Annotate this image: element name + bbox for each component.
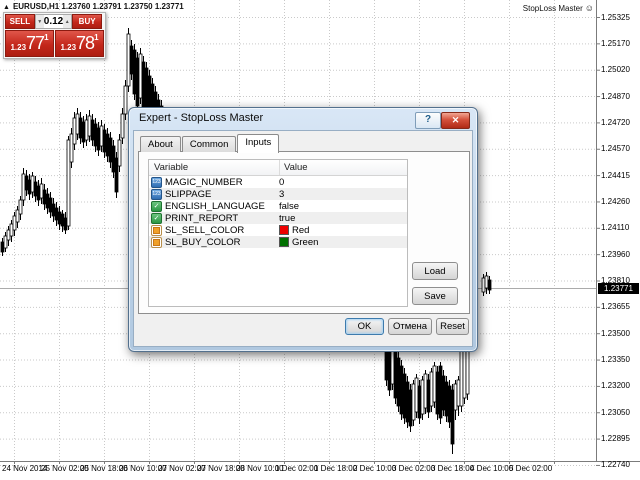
variable-value[interactable]: 0	[279, 177, 284, 188]
sell-price-big: 77	[26, 33, 45, 53]
cancel-button[interactable]: Отмена	[388, 318, 432, 335]
variable-value[interactable]: Green	[292, 237, 318, 248]
volume-stepper: ▼ 0.12 ▲	[34, 14, 73, 29]
variable-name: SLIPPAGE	[165, 188, 212, 200]
price-axis-label: 1.24110	[601, 223, 630, 233]
tab-inputs[interactable]: Inputs	[237, 134, 280, 153]
column-header-variable[interactable]: Variable	[149, 160, 280, 175]
buy-price-small: 1.23	[60, 43, 77, 52]
price-axis-label: 1.24870	[601, 91, 630, 101]
time-axis-label: 3 Dec 02:00	[392, 464, 436, 473]
variable-name: MAGIC_NUMBER	[165, 176, 243, 188]
price-axis-label: 1.25170	[601, 38, 630, 48]
inputs-table-header: Variable Value	[149, 160, 407, 176]
integer-type-icon: 123	[151, 176, 162, 188]
variable-value[interactable]: 3	[279, 189, 284, 200]
time-axis-label: 5 Dec 02:00	[509, 464, 553, 473]
buy-price-sup: 1	[94, 33, 99, 42]
input-row-slippage[interactable]: 123 SLIPPAGE 3	[149, 188, 407, 200]
color-swatch	[279, 237, 289, 247]
sell-price-sup: 1	[44, 33, 49, 42]
boolean-type-icon: ✓	[151, 212, 162, 224]
variable-value[interactable]: true	[279, 213, 295, 224]
one-click-trading-panel: SELL ▼ 0.12 ▲ BUY 1.23 77 1 1.23 78 1	[3, 12, 106, 59]
price-axis-label: 1.25020	[601, 65, 630, 75]
ea-name: StopLoss Master	[522, 4, 583, 13]
boolean-type-icon: ✓	[151, 200, 162, 212]
time-axis-label: 2 Dec 10:00	[353, 464, 397, 473]
color-type-icon	[151, 236, 162, 248]
dialog-title: Expert - StopLoss Master	[139, 112, 264, 124]
dialog-client-area: About Common Inputs Variable Value 123 MAGI…	[133, 130, 473, 347]
time-axis-label: 1 Dec 18:00	[314, 464, 358, 473]
input-row-sl_buy_color[interactable]: SL_BUY_COLOR Green	[149, 236, 407, 248]
variable-name: SL_SELL_COLOR	[165, 224, 245, 236]
ea-status[interactable]: StopLoss Master ☺	[523, 3, 594, 13]
color-type-icon	[151, 224, 162, 236]
volume-decrease-icon[interactable]: ▼	[35, 15, 44, 28]
volume-value[interactable]: 0.12	[44, 16, 63, 27]
inputs-table-rows: 123 MAGIC_NUMBER 0 123 SLIPPAGE 3 ✓ ENGLISH_LAN…	[149, 176, 407, 248]
sell-price-button[interactable]: 1.23 77 1	[5, 30, 54, 57]
input-row-sl_sell_color[interactable]: SL_SELL_COLOR Red	[149, 224, 407, 236]
time-axis-label: 3 Dec 18:00	[431, 464, 475, 473]
reset-button[interactable]: Reset	[436, 318, 469, 335]
input-row-print_report[interactable]: ✓ PRINT_REPORT true	[149, 212, 407, 224]
symbol-ohlc-text: EURUSD,H1 1.23760 1.23791 1.23750 1.2377…	[12, 2, 184, 11]
variable-name: PRINT_REPORT	[165, 212, 239, 224]
price-axis-label: 1.22895	[601, 434, 630, 444]
sell-price-small: 1.23	[10, 43, 27, 52]
input-row-magic_number[interactable]: 123 MAGIC_NUMBER 0	[149, 176, 407, 188]
variable-name: ENGLISH_LANGUAGE	[165, 200, 265, 212]
time-axis-label: 4 Dec 10:00	[470, 464, 514, 473]
expert-properties-dialog: Expert - StopLoss Master ? ✕ About Common…	[128, 107, 478, 352]
price-axis-label: 1.23200	[601, 381, 630, 391]
price-axis-label: 1.23655	[601, 302, 630, 312]
tab-common[interactable]: Common	[181, 136, 237, 152]
variable-value[interactable]: false	[279, 201, 299, 212]
column-header-value[interactable]: Value	[280, 160, 407, 175]
mt4-window: ▲ EURUSD,H1 1.23760 1.23791 1.23750 1.237…	[0, 0, 640, 480]
current-price-tag: 1.23771	[598, 283, 639, 294]
ok-button[interactable]: OK	[345, 318, 384, 335]
price-axis-label: 1.23960	[601, 249, 630, 259]
time-axis-label: 1 Dec 02:00	[275, 464, 319, 473]
buy-button[interactable]: BUY	[72, 14, 102, 29]
load-button[interactable]: Load	[412, 262, 458, 280]
save-button[interactable]: Save	[412, 287, 458, 305]
variable-name: SL_BUY_COLOR	[165, 236, 241, 248]
variable-value[interactable]: Red	[292, 225, 309, 236]
buy-price-big: 78	[76, 33, 95, 53]
inputs-table: Variable Value 123 MAGIC_NUMBER 0 123 SLIPPA…	[148, 159, 408, 307]
price-axis-label: 1.24415	[601, 170, 630, 180]
sell-button[interactable]: SELL	[5, 14, 35, 29]
integer-type-icon: 123	[151, 188, 162, 200]
price-axis-label: 1.24260	[601, 196, 630, 206]
price-axis-label: 1.23050	[601, 407, 630, 417]
dialog-help-button[interactable]: ?	[415, 112, 441, 129]
chart-symbol-ohlc: ▲ EURUSD,H1 1.23760 1.23791 1.23750 1.237…	[3, 2, 184, 11]
color-swatch	[279, 225, 289, 235]
volume-increase-icon[interactable]: ▲	[63, 15, 72, 28]
price-axis-label: 1.25325	[601, 12, 630, 22]
input-row-english_language[interactable]: ✓ ENGLISH_LANGUAGE false	[149, 200, 407, 212]
price-axis-label: 1.22740	[601, 460, 630, 470]
price-axis-label: 1.24570	[601, 144, 630, 154]
dialog-close-icon[interactable]: ✕	[441, 112, 470, 129]
price-axis-label: 1.23500	[601, 328, 630, 338]
price-axis-label: 1.24720	[601, 117, 630, 127]
price-axis-label: 1.23350	[601, 355, 630, 365]
dialog-tabs: About Common Inputs	[140, 134, 280, 153]
inputs-tab-pane: Variable Value 123 MAGIC_NUMBER 0 123 SLIPPA…	[138, 151, 470, 314]
tab-about[interactable]: About	[140, 136, 181, 152]
chart-collapse-icon[interactable]: ▲	[3, 4, 10, 11]
buy-price-button[interactable]: 1.23 78 1	[55, 30, 104, 57]
ea-active-smiley-icon: ☺	[584, 3, 594, 13]
